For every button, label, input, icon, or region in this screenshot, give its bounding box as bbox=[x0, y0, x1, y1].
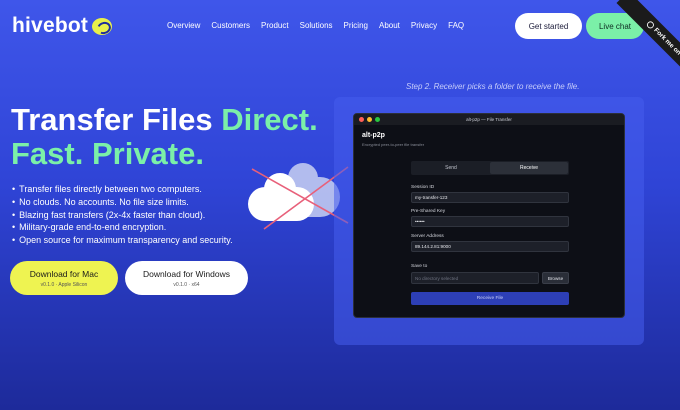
nav-product[interactable]: Product bbox=[261, 21, 289, 30]
nav-pricing[interactable]: Pricing bbox=[344, 21, 368, 30]
download-mac-button[interactable]: Download for Mac v0.1.0 · Apple Silicon bbox=[10, 261, 118, 295]
nav-faq[interactable]: FAQ bbox=[448, 21, 464, 30]
receive-file-button[interactable]: Receive File bbox=[411, 292, 569, 305]
nav-solutions[interactable]: Solutions bbox=[300, 21, 333, 30]
nav-about[interactable]: About bbox=[379, 21, 400, 30]
download-windows-version: v0.1.0 · x64 bbox=[173, 281, 200, 288]
save-to-label: Save to bbox=[411, 264, 428, 269]
nav-privacy[interactable]: Privacy bbox=[411, 21, 437, 30]
step-caption: Step 2. Receiver picks a folder to recei… bbox=[406, 82, 580, 91]
app-name: alt-p2p bbox=[362, 132, 385, 139]
hive-logo-icon bbox=[92, 17, 113, 35]
download-windows-button[interactable]: Download for Windows v0.1.0 · x64 bbox=[125, 261, 248, 295]
nav-overview[interactable]: Overview bbox=[167, 21, 200, 30]
nav-customers[interactable]: Customers bbox=[211, 21, 250, 30]
window-title: alt-p2p — File Transfer bbox=[466, 117, 512, 122]
headline-accent-direct: Direct. bbox=[221, 102, 318, 137]
get-started-button[interactable]: Get started bbox=[515, 13, 582, 39]
github-icon bbox=[646, 21, 654, 29]
brand-name: hivebot bbox=[12, 14, 89, 37]
feature-item: Military-grade end-to-end encryption. bbox=[12, 221, 233, 234]
feature-item: Open source for maximum transparency and… bbox=[12, 234, 232, 247]
github-ribbon-label: Fork me on GitHub bbox=[652, 26, 680, 73]
mode-tabs: Send Receive bbox=[411, 161, 569, 175]
download-mac-version: v0.1.0 · Apple Silicon bbox=[40, 281, 88, 288]
server-address-input[interactable]: 89.144.2.81:9000 bbox=[411, 241, 569, 252]
app-description: Encrypted peer-to-peer file transfer bbox=[362, 142, 425, 147]
browse-button[interactable]: Browse bbox=[542, 272, 569, 284]
brand-logo[interactable]: hivebot bbox=[12, 14, 113, 38]
feature-list: Transfer files directly between two comp… bbox=[12, 183, 233, 247]
download-windows-label: Download for Windows bbox=[143, 268, 230, 279]
pre-shared-key-label: Pre-Shared Key bbox=[411, 209, 446, 214]
feature-item: No clouds. No accounts. No file size lim… bbox=[12, 196, 233, 209]
session-id-label: Session ID bbox=[411, 185, 435, 190]
hero-headline: Transfer Files Direct. Fast. Private. bbox=[11, 103, 318, 171]
window-titlebar: alt-p2p — File Transfer bbox=[354, 114, 624, 125]
feature-item: Blazing fast transfers (2x-4x faster tha… bbox=[12, 209, 233, 222]
pre-shared-key-input[interactable]: •••••• bbox=[411, 216, 569, 227]
session-id-input[interactable]: my-transfer-123 bbox=[411, 192, 569, 203]
app-window: alt-p2p — File Transfer alt-p2p Encrypte… bbox=[353, 113, 625, 318]
headline-text: Transfer Files bbox=[11, 102, 222, 137]
main-nav: Overview Customers Product Solutions Pri… bbox=[167, 21, 464, 30]
server-address-label: Server Address bbox=[411, 234, 444, 239]
tab-send[interactable]: Send bbox=[412, 162, 490, 174]
feature-item: Transfer files directly between two comp… bbox=[12, 183, 233, 196]
tab-receive[interactable]: Receive bbox=[490, 162, 568, 174]
download-mac-label: Download for Mac bbox=[29, 268, 99, 279]
save-to-input[interactable]: No directory selected bbox=[411, 272, 539, 284]
